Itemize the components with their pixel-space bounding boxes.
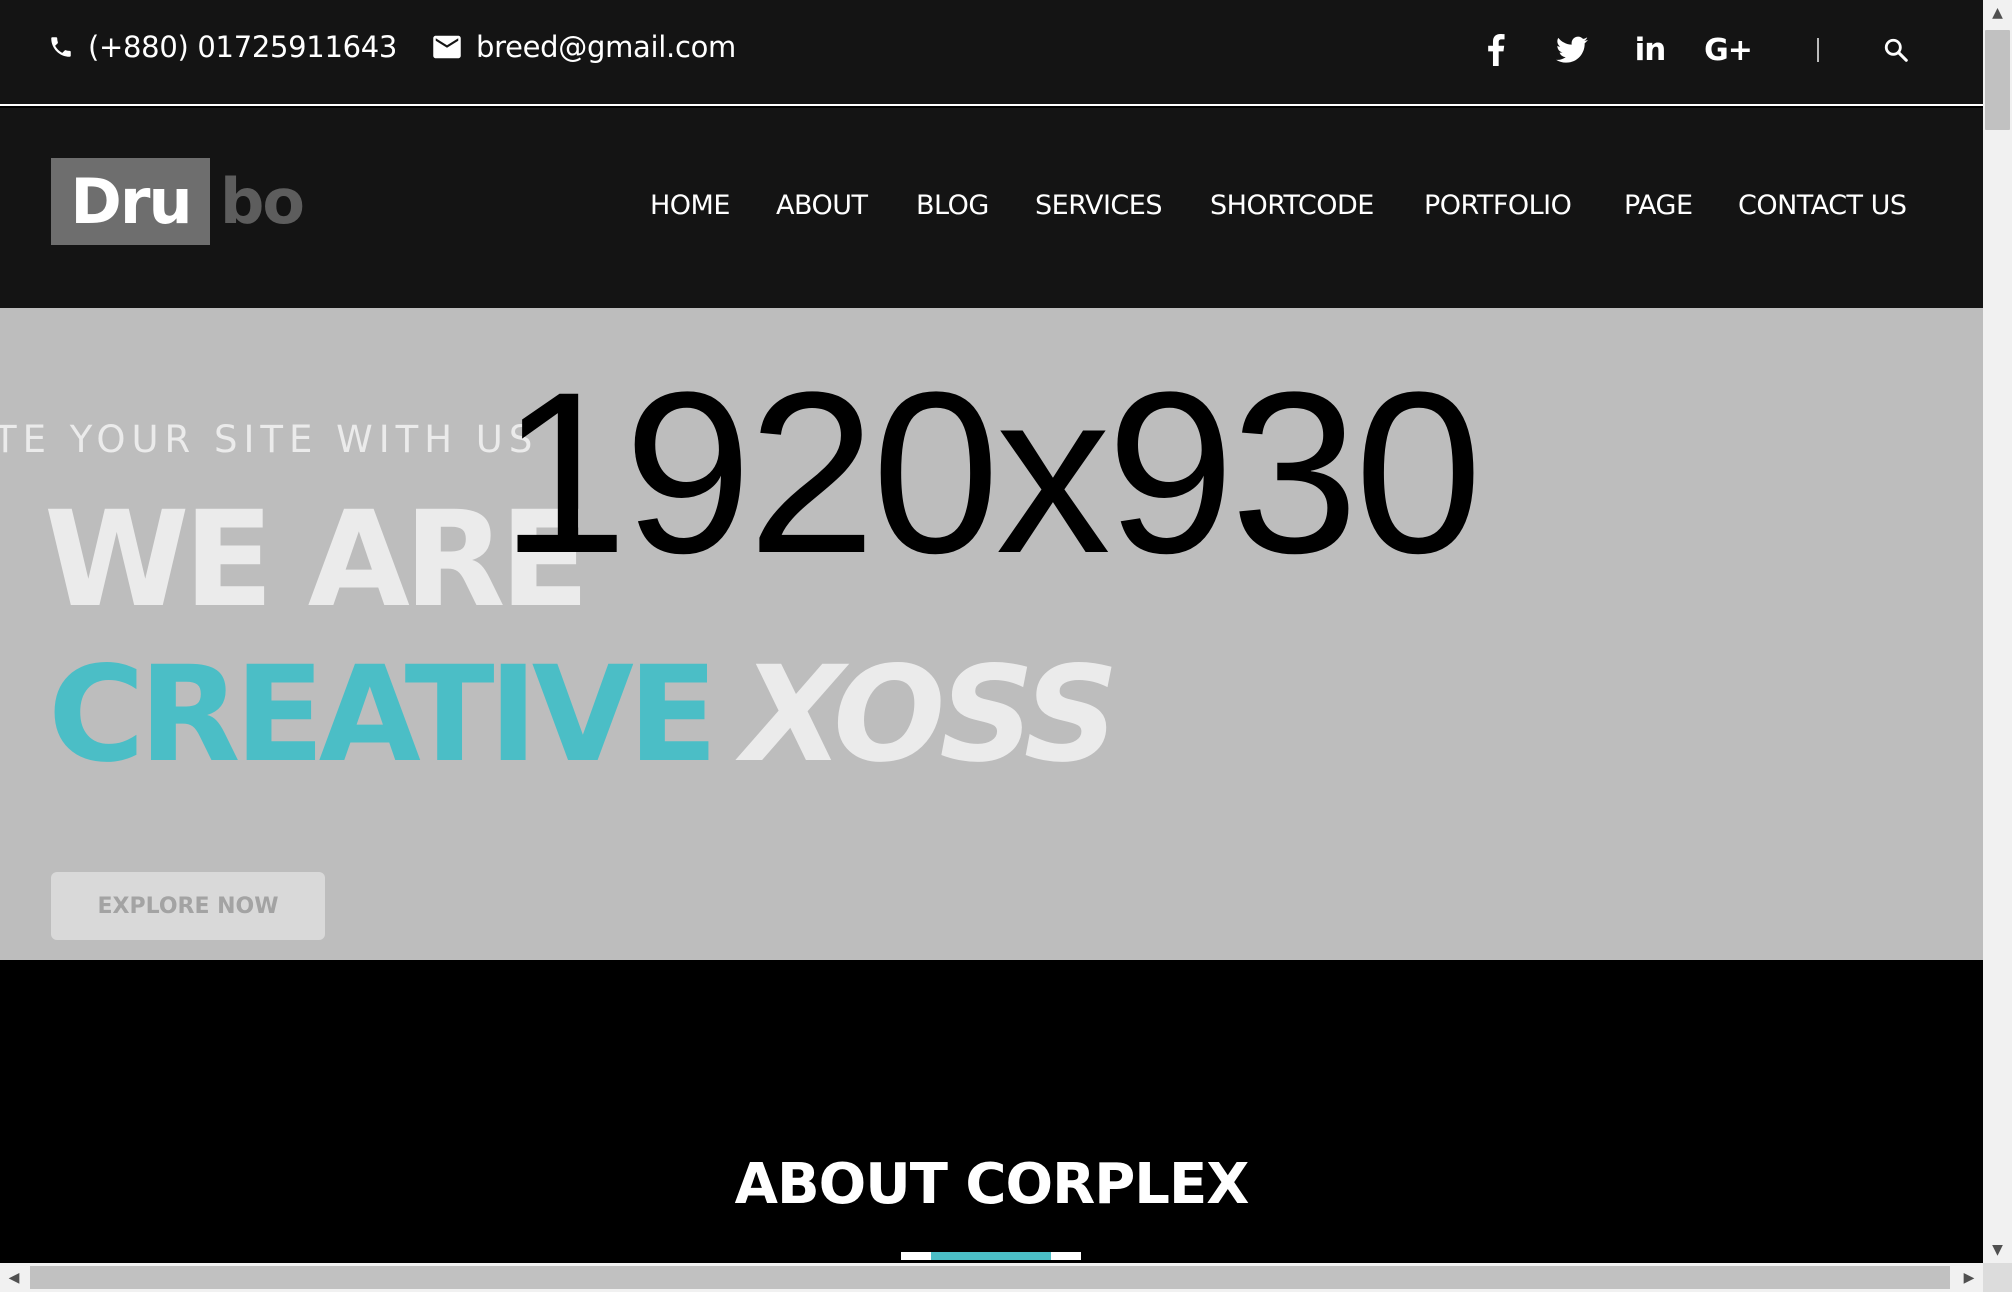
hero-heading-accent: CREATIVE	[48, 638, 718, 792]
scrollbar-corner	[1983, 1263, 2012, 1292]
nav-contact-us[interactable]: CONTACT US	[1738, 190, 1907, 221]
google-plus-link[interactable]: G+	[1704, 30, 1753, 70]
search-icon	[1884, 38, 1908, 62]
twitter-icon	[1556, 36, 1588, 63]
phone-icon	[51, 37, 71, 57]
scroll-left-icon[interactable]: ◀	[0, 1263, 28, 1292]
hero-tagline: TE YOUR SITE WITH US	[0, 418, 539, 461]
horizontal-scrollbar[interactable]: ◀ ▶	[0, 1263, 1983, 1292]
nav-page[interactable]: PAGE	[1624, 190, 1693, 221]
logo-text: bo	[220, 165, 305, 238]
phone-contact[interactable]: (+880) 01725911643	[48, 30, 397, 64]
hero-slider: TE YOUR SITE WITH US WE ARE CREATIVE XOSS…	[0, 308, 1983, 960]
topbar-divider	[1817, 38, 1819, 62]
nav-shortcode[interactable]: SHORTCODE	[1210, 190, 1374, 221]
horizontal-scroll-thumb[interactable]	[30, 1266, 1950, 1289]
linkedin-link[interactable]: in	[1630, 30, 1670, 70]
image-placeholder-label: 1920x930	[500, 344, 1482, 601]
google-plus-icon: G+	[1704, 32, 1753, 68]
browser-viewport: (+880) 01725911643 breed@gmail.com in G+	[0, 0, 1983, 1263]
hero-heading-line2: CREATIVE XOSS	[48, 638, 1119, 792]
title-underline	[901, 1252, 1081, 1260]
search-button[interactable]	[1880, 34, 1912, 66]
phone-number: (+880) 01725911643	[88, 30, 398, 64]
facebook-icon	[1488, 34, 1505, 66]
explore-now-button[interactable]: EXPLORE NOW	[51, 872, 325, 940]
nav-blog[interactable]: BLOG	[916, 190, 989, 221]
facebook-link[interactable]	[1476, 30, 1516, 70]
nav-home[interactable]: HOME	[650, 190, 730, 221]
about-section-title: ABOUT CORPLEX	[734, 1152, 1250, 1217]
envelope-icon	[433, 35, 461, 59]
vertical-scrollbar[interactable]: ▲ ▼	[1983, 0, 2012, 1263]
site-header: Dru bo HOME ABOUT BLOG SERVICES SHORTCOD…	[0, 108, 1983, 308]
linkedin-icon: in	[1634, 32, 1667, 68]
site-logo[interactable]: Dru bo	[51, 158, 315, 245]
hero-heading-rest: XOSS	[742, 638, 1119, 792]
email-address: breed@gmail.com	[476, 30, 736, 64]
title-underline-accent	[931, 1252, 1051, 1260]
nav-portfolio[interactable]: PORTFOLIO	[1424, 190, 1572, 221]
scroll-right-icon[interactable]: ▶	[1955, 1263, 1983, 1292]
scroll-up-icon[interactable]: ▲	[1983, 0, 2012, 26]
email-contact[interactable]: breed@gmail.com	[432, 30, 736, 64]
nav-about[interactable]: ABOUT	[776, 190, 868, 221]
vertical-scroll-thumb[interactable]	[1985, 30, 2010, 130]
logo-mark: Dru	[51, 158, 210, 245]
scroll-down-icon[interactable]: ▼	[1983, 1237, 2012, 1263]
twitter-link[interactable]	[1552, 30, 1592, 70]
nav-services[interactable]: SERVICES	[1035, 190, 1162, 221]
top-bar: (+880) 01725911643 breed@gmail.com in G+	[0, 0, 1983, 106]
